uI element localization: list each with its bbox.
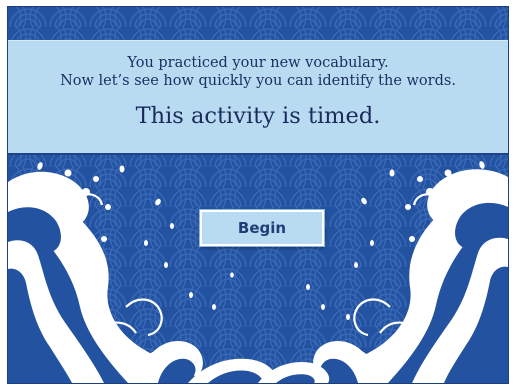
center-wave-icon bbox=[188, 358, 330, 383]
begin-button[interactable]: Begin bbox=[200, 210, 324, 246]
activity-screen: You practiced your new vocabulary. Now l… bbox=[8, 7, 508, 383]
right-wave-icon bbox=[303, 169, 508, 383]
left-wave-icon bbox=[8, 169, 213, 383]
great-wave-illustration bbox=[8, 161, 508, 383]
